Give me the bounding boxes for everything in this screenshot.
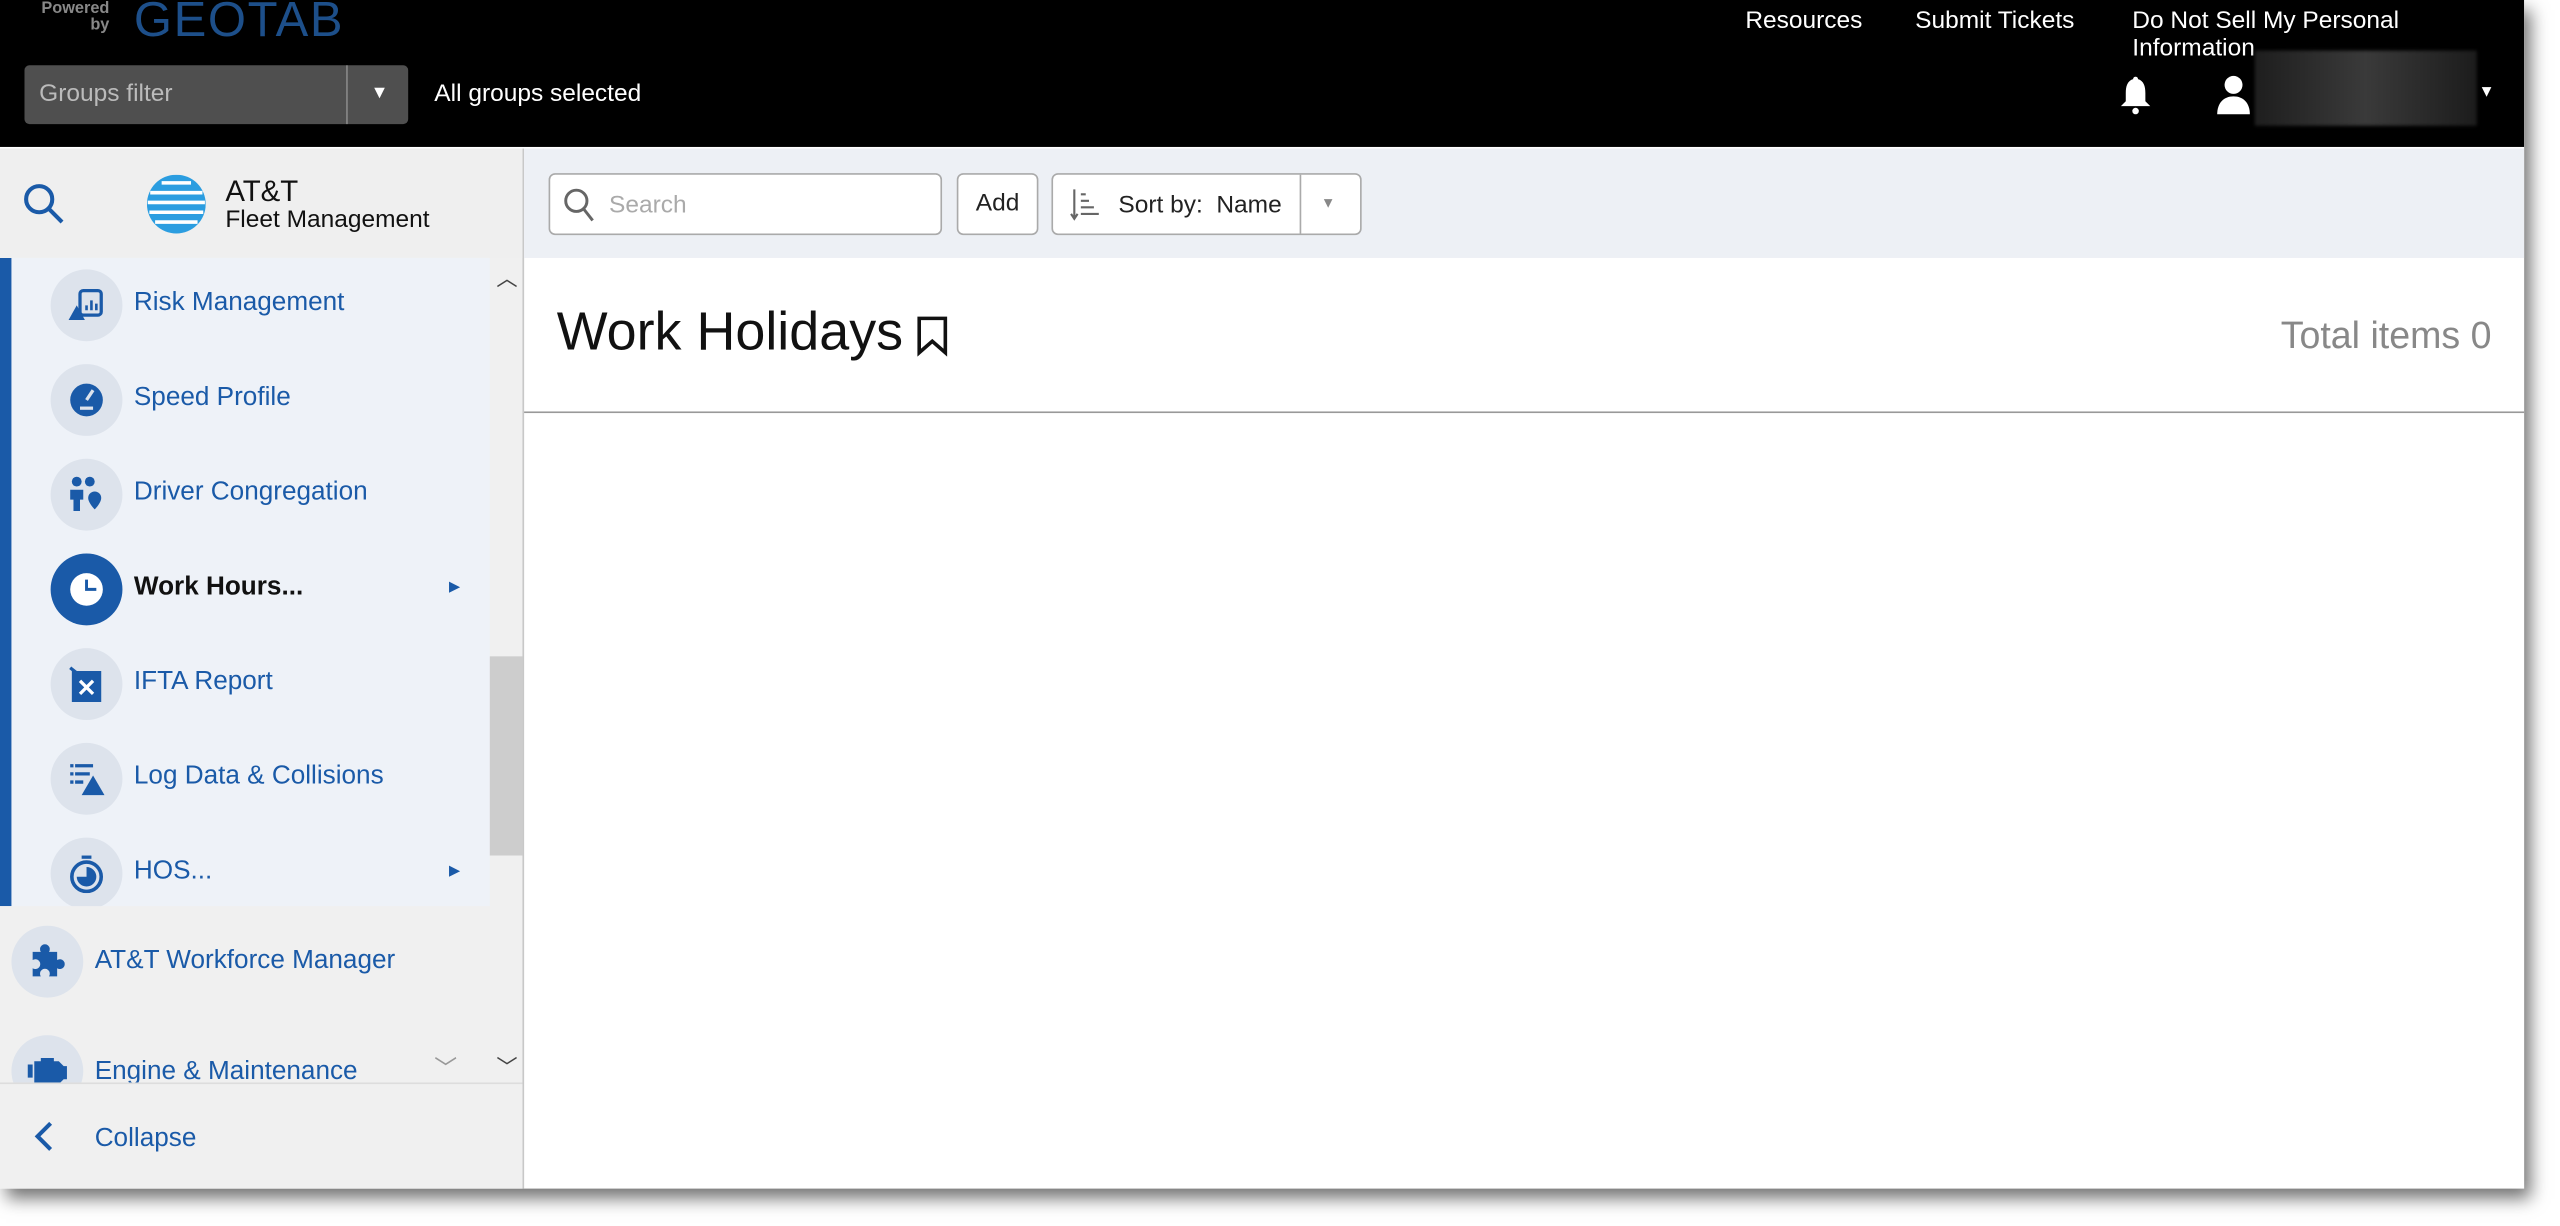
sidebar-item-label: Driver Congregation xyxy=(133,478,368,507)
people-location-icon xyxy=(70,476,102,512)
app-window: Powered by GEOTAB Resources Submit Ticke… xyxy=(0,0,2525,1189)
stopwatch-icon xyxy=(70,855,104,894)
submit-tickets-link[interactable]: Submit Tickets xyxy=(1915,7,2074,35)
sort-icon xyxy=(1070,189,1099,221)
search-icon[interactable] xyxy=(23,183,65,225)
brand-line2: Fleet Management xyxy=(225,205,430,234)
main-toolbar: Search Add Sort by: Name ▼ xyxy=(524,148,2525,258)
risk-icon-circle xyxy=(50,269,123,342)
divider xyxy=(524,411,2525,414)
sidebar-item-label: Speed Profile xyxy=(133,383,291,412)
sidebar-item-ifta-report[interactable]: IFTA Report xyxy=(11,637,489,732)
risk-icon xyxy=(68,288,103,321)
powered-by-label: Powered by xyxy=(41,0,110,35)
sort-dropdown[interactable]: Sort by: Name ▼ xyxy=(1051,173,1362,236)
brand-line1: AT&T xyxy=(225,174,299,208)
clock-icon-circle xyxy=(50,553,123,626)
resources-link[interactable]: Resources xyxy=(1745,7,1862,35)
sort-value: Name xyxy=(1216,191,1282,219)
sidebar-item-log-data-collisions[interactable]: Log Data & Collisions xyxy=(11,731,489,826)
groups-filter[interactable]: Groups filter ▼ xyxy=(24,65,409,125)
sidebar: AT&T Fleet Management Risk Management Spe… xyxy=(0,148,525,1189)
collapse-label: Collapse xyxy=(94,1124,197,1153)
total-items: Total items 0 xyxy=(2280,313,2492,356)
chevron-down-icon[interactable]: ﹀ xyxy=(434,1051,457,1082)
bell-icon[interactable] xyxy=(2118,73,2154,115)
log-warning-icon xyxy=(70,764,105,796)
scroll-down-icon[interactable]: ﹀ xyxy=(496,1050,517,1081)
log-warning-icon-circle xyxy=(50,742,123,815)
sidebar-item-speed-profile[interactable]: Speed Profile xyxy=(11,353,489,448)
groups-filter-placeholder: Groups filter xyxy=(39,80,173,108)
sort-label: Sort by: xyxy=(1118,191,1203,219)
chevron-down-icon[interactable]: ▼ xyxy=(1321,194,1336,210)
sidebar-item-hos[interactable]: HOS... ▶ xyxy=(11,826,489,907)
workforce-label: AT&T Workforce Manager xyxy=(94,946,396,975)
sidebar-item-label: Work Hours... xyxy=(133,573,304,601)
sidebar-item-work-hours[interactable]: Work Hours... ▶ xyxy=(11,542,489,637)
sidebar-scrollbar[interactable]: ︿ ﹀ xyxy=(489,258,523,1083)
page-title: Work Holidays xyxy=(556,300,904,361)
engine-icon xyxy=(27,1057,67,1083)
att-globe-logo xyxy=(146,174,206,234)
sidebar-header: AT&T Fleet Management xyxy=(0,148,523,258)
user-name-redacted[interactable] xyxy=(2254,50,2477,126)
geotab-logo: GEOTAB xyxy=(133,0,345,48)
scrollbar-thumb[interactable] xyxy=(489,656,523,856)
search-input[interactable]: Search xyxy=(548,173,943,236)
add-button[interactable]: Add xyxy=(956,173,1039,236)
sidebar-item-engine[interactable]: Engine & Maintenance ﹀ xyxy=(0,1035,490,1083)
user-icon[interactable] xyxy=(2216,73,2252,115)
stopwatch-icon-circle xyxy=(50,837,123,907)
sidebar-item-label: IFTA Report xyxy=(133,667,273,696)
bookmark-icon[interactable] xyxy=(914,315,950,357)
speedometer-icon-circle xyxy=(50,364,123,436)
people-location-icon-circle xyxy=(50,458,123,531)
groups-status: All groups selected xyxy=(434,80,642,108)
fuel-can-icon xyxy=(69,666,102,703)
sidebar-item-label: HOS... xyxy=(133,857,213,885)
chevron-down-icon[interactable]: ▼ xyxy=(371,83,389,103)
sidebar-item-label: Risk Management xyxy=(133,288,345,317)
engine-label: Engine & Maintenance xyxy=(94,1057,358,1083)
chevron-left-icon xyxy=(34,1121,53,1151)
fuel-can-icon-circle xyxy=(50,648,123,721)
top-bar: Powered by GEOTAB Resources Submit Ticke… xyxy=(0,0,2525,147)
sidebar-item-driver-congregation[interactable]: Driver Congregation xyxy=(11,447,489,542)
collapse-button[interactable]: Collapse xyxy=(0,1082,523,1189)
submenu-arrow-icon: ▶ xyxy=(448,862,461,879)
sidebar-item-label: Log Data & Collisions xyxy=(133,762,384,791)
submenu-arrow-icon: ▶ xyxy=(448,577,461,595)
sidebar-item-workforce[interactable]: AT&T Workforce Manager xyxy=(0,925,490,1021)
search-placeholder: Search xyxy=(608,191,687,219)
speedometer-icon xyxy=(70,383,103,417)
active-group-indicator xyxy=(0,257,12,907)
search-icon xyxy=(564,188,594,222)
sub-menu-list: Risk Management Speed Profile Driver Congr… xyxy=(0,257,490,907)
puzzle-icon xyxy=(32,944,65,977)
user-menu-caret-icon[interactable]: ▼ xyxy=(2478,83,2494,101)
scroll-up-icon[interactable]: ︿ xyxy=(496,261,517,292)
clock-icon xyxy=(70,573,103,606)
sidebar-item-risk-management[interactable]: Risk Management xyxy=(11,258,489,353)
